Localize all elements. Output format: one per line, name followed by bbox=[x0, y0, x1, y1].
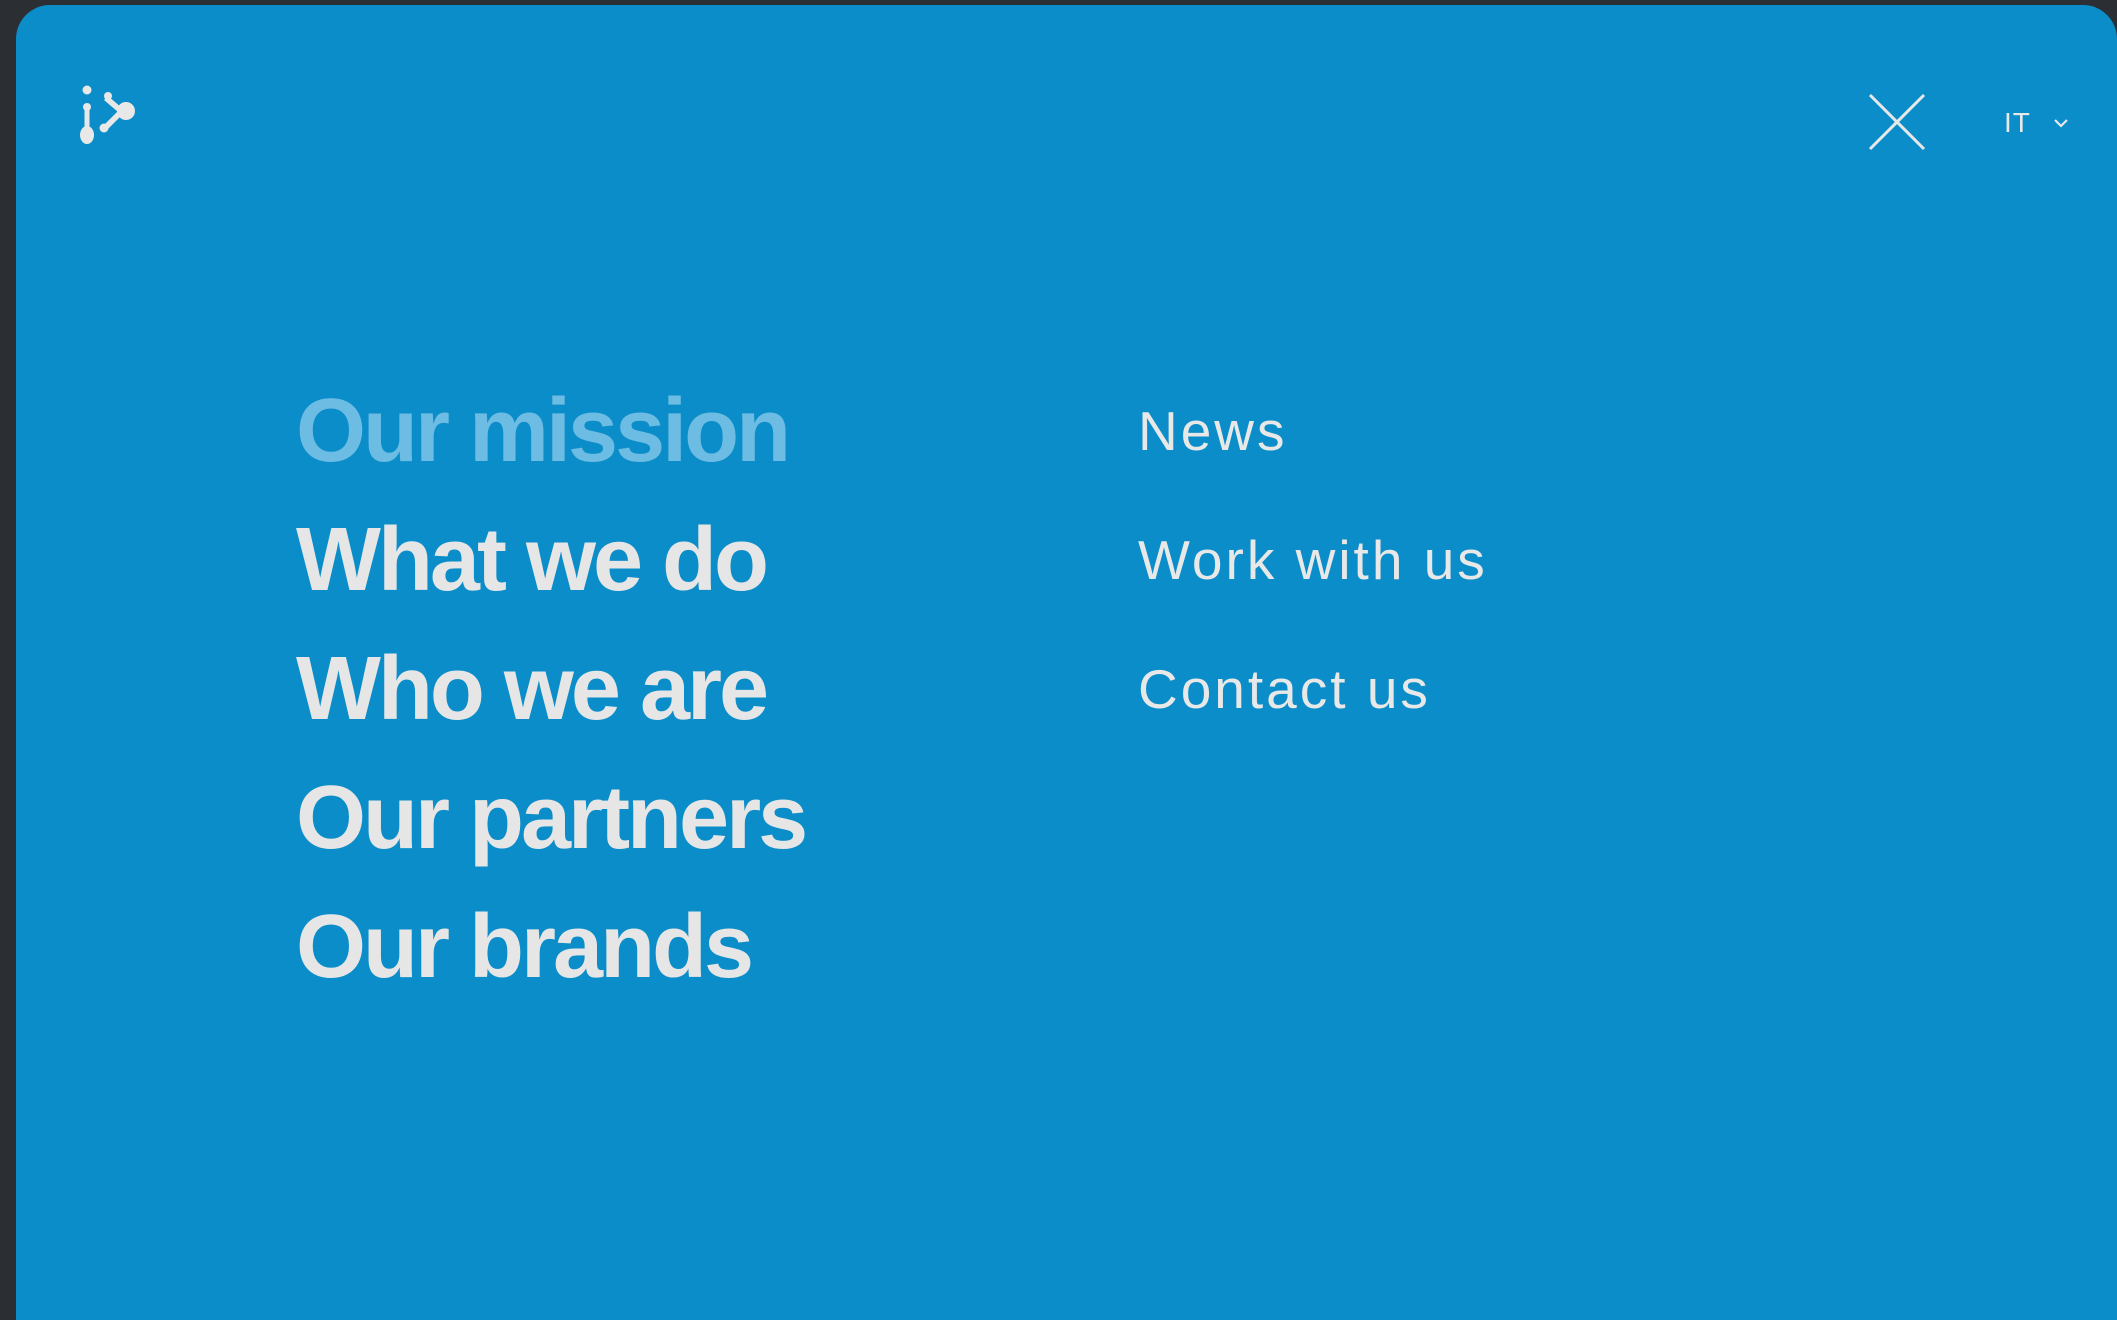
chevron-down-icon bbox=[2054, 119, 2068, 128]
brand-logo-icon[interactable] bbox=[78, 83, 148, 163]
primary-nav: Our mission What we do Who we are Our pa… bbox=[296, 367, 808, 1012]
nav-item-news[interactable]: News bbox=[1138, 385, 1488, 514]
language-label: IT bbox=[2004, 107, 2031, 138]
nav-item-our-brands[interactable]: Our brands bbox=[296, 883, 805, 1012]
secondary-nav: News Work with us Contact us bbox=[1138, 385, 1488, 772]
close-icon bbox=[1868, 93, 1926, 151]
nav-item-what-we-do[interactable]: What we do bbox=[296, 496, 805, 625]
close-button[interactable] bbox=[1866, 91, 1930, 155]
nav-item-our-partners[interactable]: Our partners bbox=[296, 754, 808, 883]
language-selector[interactable]: IT bbox=[2004, 103, 2069, 143]
menu-overlay: IT Our mission What we do Who we are Our… bbox=[16, 5, 2117, 1320]
nav-item-who-we-are[interactable]: Who we are bbox=[296, 625, 805, 754]
nav-item-contact-us[interactable]: Contact us bbox=[1138, 643, 1488, 772]
nav-item-work-with-us[interactable]: Work with us bbox=[1138, 514, 1488, 643]
nav-item-our-mission[interactable]: Our mission bbox=[296, 367, 805, 496]
